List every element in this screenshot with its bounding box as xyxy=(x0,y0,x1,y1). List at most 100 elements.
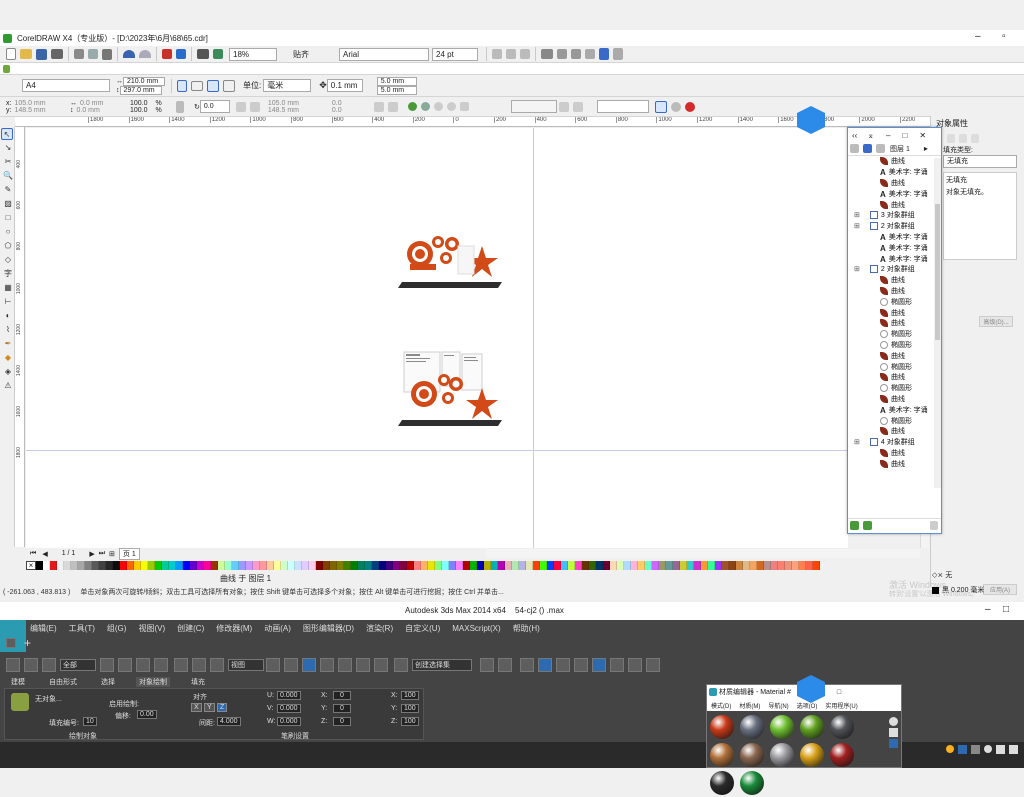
w-input[interactable]: 0.000 xyxy=(277,717,301,726)
scale-x-input[interactable]: 100 xyxy=(401,691,419,700)
color-swatch[interactable] xyxy=(778,561,785,570)
nudge-distance-input[interactable]: 0.1 mm xyxy=(327,79,363,92)
ribbon-tab[interactable]: 填充 xyxy=(188,677,208,687)
color-swatch[interactable] xyxy=(43,561,50,570)
color-swatch[interactable] xyxy=(379,561,386,570)
portrait-icon[interactable] xyxy=(177,80,187,92)
zoom-tool-icon[interactable]: 🔍 xyxy=(0,169,16,182)
shape-tool-icon[interactable]: ↘ xyxy=(0,141,16,154)
om-layer-props-icon[interactable] xyxy=(850,144,859,153)
align-icon-max[interactable] xyxy=(498,658,512,672)
copy-icon[interactable] xyxy=(88,49,98,59)
launcher-icon[interactable] xyxy=(197,49,209,59)
horizontal-ruler[interactable]: 1800160014001200100080060040020002004006… xyxy=(15,117,1024,127)
snap-to-button[interactable]: 贴齐 xyxy=(293,49,309,60)
color-swatch[interactable] xyxy=(260,561,267,570)
render-frame-icon[interactable] xyxy=(628,658,642,672)
axis-x-button[interactable]: X xyxy=(191,703,202,712)
color-swatch[interactable] xyxy=(106,561,113,570)
font-size-select[interactable]: 24 pt xyxy=(432,48,478,61)
tree-expand-icon[interactable]: ⊞ xyxy=(854,222,860,230)
tree-item[interactable]: ⊞4 对象群组 xyxy=(852,437,941,448)
align-icon[interactable] xyxy=(541,49,553,59)
color-swatch[interactable] xyxy=(239,561,246,570)
color-swatch[interactable] xyxy=(470,561,477,570)
color-swatch[interactable] xyxy=(638,561,645,570)
max-minimize-button[interactable]: – xyxy=(985,604,991,615)
grid-icon[interactable] xyxy=(559,102,569,112)
color-swatch[interactable] xyxy=(568,561,575,570)
color-swatch[interactable] xyxy=(183,561,190,570)
color-swatch[interactable] xyxy=(484,561,491,570)
offset-input[interactable]: 0.00 xyxy=(137,710,157,719)
landscape-icon[interactable] xyxy=(191,81,203,91)
bind-warp-icon[interactable] xyxy=(42,658,56,672)
color-swatch[interactable] xyxy=(463,561,470,570)
mat-menu-item[interactable]: 实用程序(U) xyxy=(825,701,857,710)
last-page-icon[interactable]: ⏭ xyxy=(99,550,105,558)
polygon-tool-icon[interactable]: ⬠ xyxy=(0,239,16,252)
tree-item[interactable]: 椭圆形 xyxy=(852,415,941,426)
tree-item[interactable]: 曲线 xyxy=(852,286,941,297)
unlink-icon[interactable] xyxy=(24,658,38,672)
om-scroll-thumb[interactable] xyxy=(935,204,940,340)
color-swatch[interactable] xyxy=(659,561,666,570)
color-swatch[interactable] xyxy=(386,561,393,570)
color-swatch[interactable] xyxy=(176,561,183,570)
selection-filter-select[interactable]: 全部 xyxy=(60,659,96,671)
tree-item[interactable]: 曲线 xyxy=(852,178,941,189)
open-icon[interactable] xyxy=(20,49,32,59)
mat-background-icon[interactable] xyxy=(889,739,898,748)
delete-icon[interactable] xyxy=(573,102,583,112)
wrap-text-icon[interactable] xyxy=(388,102,398,112)
fill-tool-icon[interactable]: ◆ xyxy=(0,351,16,364)
color-swatch[interactable] xyxy=(302,561,309,570)
current-page-icon[interactable] xyxy=(223,80,235,92)
color-swatch[interactable] xyxy=(246,561,253,570)
color-swatch[interactable] xyxy=(267,561,274,570)
max-menu-item[interactable]: 图形编辑器(D) xyxy=(303,623,354,634)
add-page-icon[interactable]: ⊞ xyxy=(109,550,115,558)
max-menu-item[interactable]: 工具(T) xyxy=(69,623,95,634)
color-swatch[interactable] xyxy=(491,561,498,570)
drawing-canvas[interactable] xyxy=(26,128,848,548)
color-swatch[interactable] xyxy=(673,561,680,570)
vertical-ruler[interactable]: 20040060080010001200140016001800 xyxy=(15,127,25,547)
om-minimize-button[interactable]: – xyxy=(886,131,890,140)
material-sample-sphere[interactable] xyxy=(800,715,824,739)
color-swatch[interactable] xyxy=(393,561,400,570)
curve-editor-icon[interactable] xyxy=(556,658,570,672)
color-swatch[interactable] xyxy=(666,561,673,570)
tree-item[interactable]: A美术字: 字诵 xyxy=(852,232,941,243)
next-page-icon[interactable]: ▶ xyxy=(89,550,94,558)
color-swatch[interactable] xyxy=(309,561,316,570)
mirror-h-icon[interactable] xyxy=(236,102,246,112)
tree-item[interactable]: ⊞2 对象群组 xyxy=(852,264,941,275)
color-swatch[interactable] xyxy=(92,561,99,570)
text-tool-icon[interactable]: 字 xyxy=(0,267,16,280)
color-swatch[interactable] xyxy=(295,561,302,570)
color-swatch[interactable] xyxy=(610,561,617,570)
color-swatch[interactable] xyxy=(456,561,463,570)
mat-menu-item[interactable]: 材质(M) xyxy=(739,701,760,710)
vertical-text-icon[interactable] xyxy=(613,48,623,60)
redo-icon[interactable] xyxy=(139,50,151,58)
color-swatch[interactable] xyxy=(218,561,225,570)
max-menu-item[interactable]: 修改器(M) xyxy=(216,623,252,634)
max-menu-item[interactable]: 创建(C) xyxy=(177,623,204,634)
color-swatch[interactable] xyxy=(134,561,141,570)
color-swatch[interactable] xyxy=(71,561,78,570)
om-collapse-icon[interactable]: ⌅ xyxy=(867,131,874,140)
import-icon[interactable] xyxy=(162,49,172,59)
material-sample-sphere[interactable] xyxy=(830,715,854,739)
color-swatch[interactable] xyxy=(589,561,596,570)
skew-y-value[interactable]: 0.0 xyxy=(332,107,342,114)
color-swatch[interactable] xyxy=(288,561,295,570)
tree-item[interactable]: 曲线 xyxy=(852,448,941,459)
select-icon[interactable] xyxy=(100,658,114,672)
color-swatch[interactable] xyxy=(232,561,239,570)
color-swatch[interactable] xyxy=(344,561,351,570)
page-width-input[interactable]: 210.0 mm xyxy=(123,77,165,86)
outline-tab-icon[interactable] xyxy=(959,134,967,143)
undo-icon[interactable] xyxy=(123,50,135,58)
